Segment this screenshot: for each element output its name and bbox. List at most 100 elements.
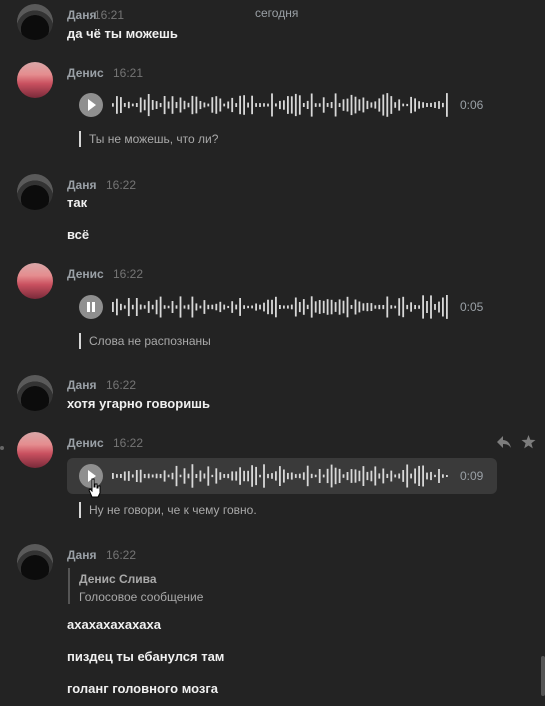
message-time[interactable]: 16:22: [106, 378, 136, 392]
waveform-bar: [171, 301, 174, 313]
waveform-bar: [287, 472, 289, 480]
waveform-bar: [151, 474, 154, 478]
waveform-bar: [318, 469, 321, 483]
message-time[interactable]: 16:22: [113, 267, 143, 281]
waveform-bar: [219, 301, 222, 313]
waveform-bar: [139, 97, 142, 113]
play-button[interactable]: [79, 93, 103, 117]
message-text: ахахахахахаха: [67, 617, 161, 632]
waveform-bar: [402, 103, 405, 107]
quoted-text[interactable]: Голосовое сообщение: [79, 590, 203, 604]
waveform-bar: [418, 465, 420, 486]
author-name[interactable]: Даня: [67, 8, 96, 22]
waveform-bar: [227, 473, 230, 479]
voice-message[interactable]: 0:05: [67, 289, 497, 325]
waveform-bar: [358, 99, 361, 111]
scrollbar[interactable]: [541, 656, 545, 696]
message-time[interactable]: 16:22: [106, 548, 136, 562]
waveform-bar: [259, 304, 261, 310]
waveform-bar: [378, 98, 381, 112]
waveform-bar: [442, 474, 444, 478]
waveform-bar: [398, 473, 401, 479]
waveform-bar: [342, 474, 345, 478]
waveform-bar: [255, 103, 257, 107]
waveform-bar: [374, 101, 377, 109]
waveform-bar: [438, 101, 440, 109]
author-name[interactable]: Даня: [67, 378, 96, 392]
avatar[interactable]: [17, 4, 53, 40]
waveform-bar: [346, 296, 349, 318]
waveform-bar: [386, 473, 389, 478]
waveform[interactable]: [111, 91, 449, 119]
waveform-bar: [183, 305, 186, 309]
waveform-bar: [243, 470, 245, 482]
waveform-bar: [135, 103, 138, 107]
quoted-author[interactable]: Денис Слива: [79, 572, 157, 586]
waveform-bar: [155, 473, 158, 479]
message-text: хотя угарно говоришь: [67, 396, 211, 411]
star-icon[interactable]: [521, 435, 536, 452]
voice-message[interactable]: 0:09: [67, 458, 497, 494]
author-name[interactable]: Денис: [67, 436, 104, 450]
avatar[interactable]: [17, 375, 53, 411]
waveform-bar: [235, 304, 238, 310]
message-time[interactable]: 16:22: [113, 436, 143, 450]
voice-transcript: Слова не распознаны: [79, 333, 211, 349]
waveform-bar: [243, 305, 245, 309]
waveform-bar: [207, 466, 210, 486]
play-icon: [88, 99, 96, 111]
message-time[interactable]: 16:21: [113, 66, 143, 80]
voice-message[interactable]: 0:06: [67, 87, 497, 123]
reply-arrow-icon[interactable]: [496, 435, 512, 452]
waveform-bar: [120, 97, 122, 113]
waveform-bar: [386, 93, 389, 117]
waveform-bar: [370, 470, 373, 482]
waveform-bar: [187, 304, 190, 310]
voice-transcript: Ты не можешь, что ли?: [79, 131, 218, 147]
waveform-bar: [446, 93, 448, 117]
waveform-bar: [123, 471, 126, 481]
waveform-bar: [294, 474, 297, 478]
waveform-bar: [358, 470, 361, 482]
waveform-bar: [422, 102, 424, 108]
waveform-bar: [398, 99, 401, 111]
author-name[interactable]: Денис: [67, 267, 104, 281]
pause-button[interactable]: [79, 295, 103, 319]
message-time[interactable]: 16:21: [94, 8, 124, 22]
waveform[interactable]: [111, 293, 449, 321]
waveform[interactable]: [111, 462, 449, 490]
waveform-bar: [354, 469, 357, 483]
avatar[interactable]: [17, 263, 53, 299]
waveform-bar: [390, 470, 393, 482]
waveform-bar: [235, 103, 238, 107]
avatar[interactable]: [17, 544, 53, 580]
avatar[interactable]: [17, 62, 53, 98]
waveform-bar: [159, 296, 162, 318]
avatar[interactable]: [17, 174, 53, 210]
waveform-bar: [334, 467, 337, 485]
waveform-bar: [446, 295, 448, 319]
waveform-bar: [290, 304, 293, 310]
waveform-bar: [251, 465, 253, 487]
waveform-bar: [275, 296, 277, 318]
waveform-bar: [155, 101, 158, 109]
waveform-bar: [171, 472, 174, 480]
waveform-bar: [318, 103, 321, 107]
waveform-bar: [195, 303, 198, 311]
waveform-bar: [410, 96, 412, 114]
waveform-bar: [362, 466, 365, 486]
waveform-bar: [215, 468, 218, 484]
message-time[interactable]: 16:22: [106, 178, 136, 192]
waveform-bar: [406, 103, 409, 107]
waveform-bar: [191, 296, 194, 318]
author-name[interactable]: Денис: [67, 66, 104, 80]
author-name[interactable]: Даня: [67, 548, 96, 562]
waveform-bar: [247, 470, 249, 482]
waveform-bar: [442, 102, 444, 108]
waveform-bar: [275, 103, 277, 107]
waveform-bar: [414, 468, 416, 484]
waveform-bar: [283, 100, 285, 110]
waveform-bar: [294, 297, 297, 317]
author-name[interactable]: Даня: [67, 178, 96, 192]
avatar[interactable]: [17, 432, 53, 468]
